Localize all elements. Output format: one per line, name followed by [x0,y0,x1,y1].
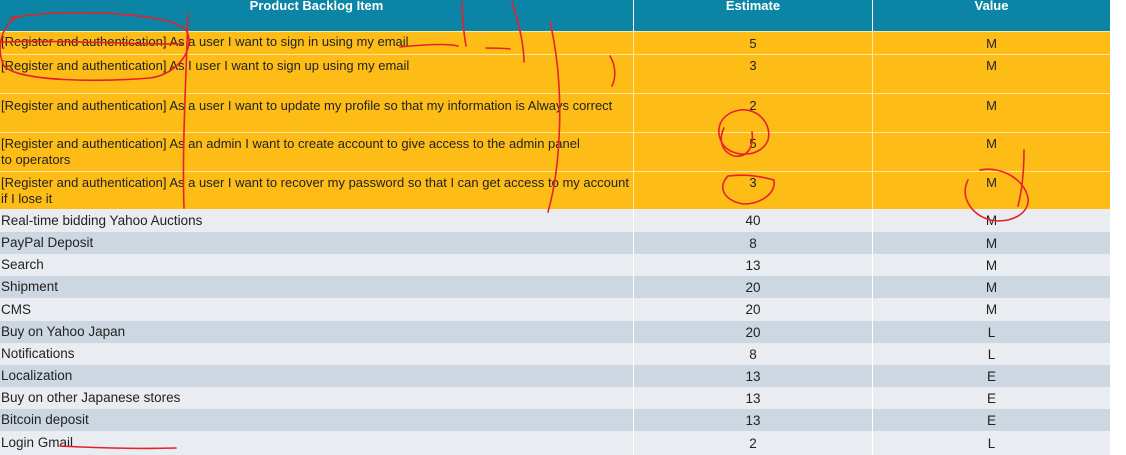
item-cell: Shipment [1,279,59,294]
item-cell: Buy on Yahoo Japan [1,324,126,339]
header-estimate: Estimate [633,0,872,31]
value-cell: M [872,94,1110,132]
estimate-cell: 3 [633,55,872,93]
value-cell: L [872,321,1110,343]
table-row: Login Gmail 2 L [0,431,1110,455]
value-cell: E [872,409,1110,431]
estimate-cell: 8 [633,343,872,365]
item-cell: Localization [1,368,73,383]
estimate-cell: 3 [633,172,872,209]
table-row: Search 13 M [0,254,1110,276]
header-product-backlog-item: Product Backlog Item [249,0,384,13]
item-cell: [Register and authentication] As a user … [1,98,613,113]
item-cell: Login Gmail [1,435,74,450]
table-row: Notifications 8 L [0,343,1110,365]
item-cell: [Register and authentication] As a user … [1,175,629,206]
table-row: [Register and authentication] As I user … [0,54,1110,93]
value-cell: L [872,343,1110,365]
table-row: Buy on Yahoo Japan 20 L [0,321,1110,343]
estimate-cell: 20 [633,321,872,343]
item-cell: [Register and authentication] As a user … [1,34,409,49]
table-row: [Register and authentication] As a user … [0,93,1110,132]
estimate-cell: 2 [633,431,872,455]
table-row: Localization 13 E [0,365,1110,387]
value-cell: M [872,298,1110,321]
value-cell: E [872,387,1110,409]
estimate-cell: 5 [633,32,872,54]
value-cell: M [872,172,1110,209]
estimate-cell: 20 [633,298,872,321]
table-row: [Register and authentication] As a user … [0,31,1110,54]
value-cell: L [872,431,1110,455]
item-cell: [Register and authentication] As I user … [1,58,410,73]
estimate-cell: 20 [633,276,872,298]
item-cell: Bitcoin deposit [1,412,89,427]
estimate-cell: 13 [633,365,872,387]
table-row: Bitcoin deposit 13 E [0,409,1110,431]
table-row: [Register and authentication] As an admi… [0,132,1110,171]
item-cell: Real-time bidding Yahoo Auctions [1,212,203,228]
estimate-cell: 40 [633,209,872,232]
table-row: PayPal Deposit 8 M [0,232,1110,254]
value-cell: M [872,55,1110,93]
table-row: Real-time bidding Yahoo Auctions 40 M [0,209,1110,232]
estimate-cell: 5 [633,133,872,171]
header-value: Value [872,0,1110,31]
item-cell: Buy on other Japanese stores [1,390,181,405]
item-cell: Notifications [1,346,75,361]
value-cell: M [872,32,1110,54]
estimate-cell: 13 [633,409,872,431]
value-cell: M [872,133,1110,171]
table-row: Shipment 20 M [0,276,1110,298]
value-cell: M [872,232,1110,254]
value-cell: M [872,276,1110,298]
estimate-cell: 8 [633,232,872,254]
estimate-cell: 2 [633,94,872,132]
item-cell: CMS [1,301,31,317]
estimate-cell: 13 [633,254,872,276]
value-cell: M [872,254,1110,276]
table-row: CMS 20 M [0,298,1110,321]
item-cell: PayPal Deposit [1,235,94,250]
table-row: Buy on other Japanese stores 13 E [0,387,1110,409]
estimate-cell: 13 [633,387,872,409]
value-cell: M [872,209,1110,232]
backlog-table: Product Backlog Item Estimate Value [Reg… [0,0,1110,455]
value-cell: E [872,365,1110,387]
table-row: [Register and authentication] As a user … [0,171,1110,209]
item-cell: [Register and authentication] As an admi… [1,136,580,167]
item-cell: Search [1,257,44,272]
table-header: Product Backlog Item Estimate Value [0,0,1110,31]
